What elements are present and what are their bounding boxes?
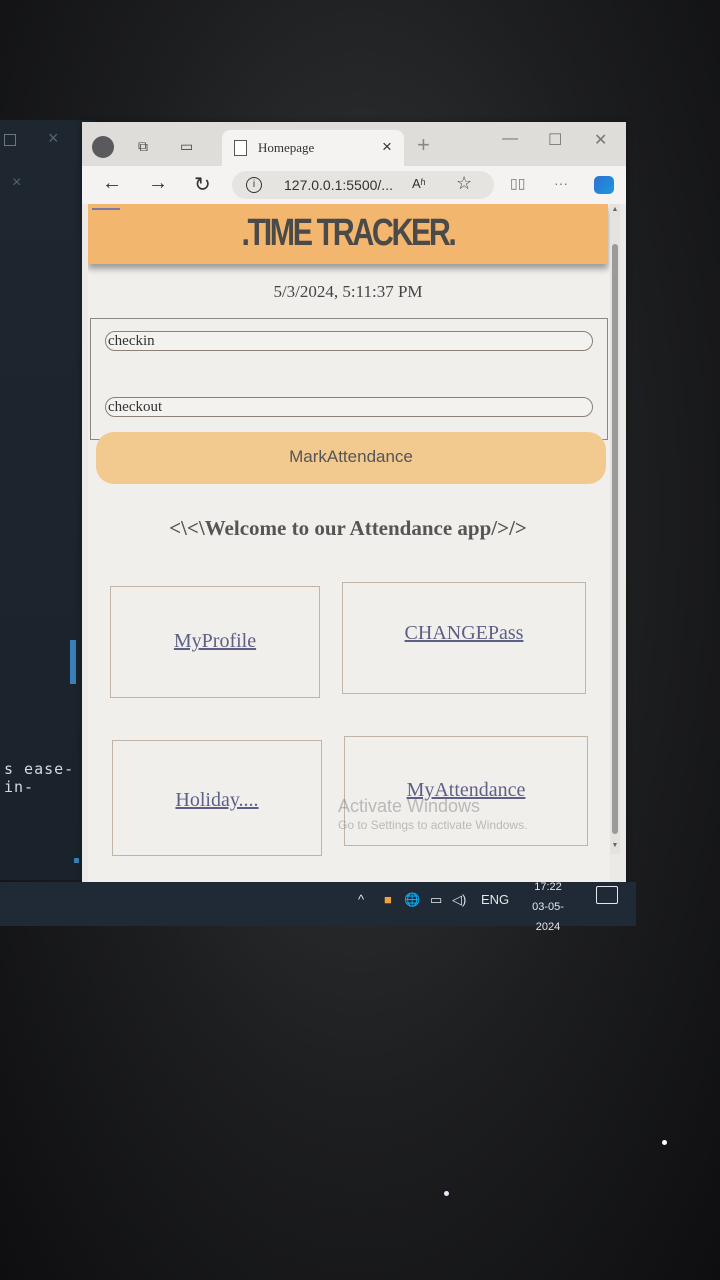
editor-gutter-marker bbox=[70, 640, 76, 684]
changepass-link[interactable]: CHANGEPass bbox=[405, 622, 524, 644]
close-window-icon[interactable]: ✕ bbox=[594, 130, 607, 150]
minimize-icon[interactable]: — bbox=[502, 130, 518, 148]
clock-time: 17:22 bbox=[534, 881, 562, 893]
language-indicator[interactable]: ENG bbox=[481, 892, 509, 907]
app-header: .TIME TRACKER. bbox=[88, 204, 608, 264]
page-content: .TIME TRACKER. 5/3/2024, 5:11:37 PM chec… bbox=[88, 204, 610, 884]
browser-toolbar: ← → ↻ i 127.0.0.1:5500/... Aʱ ☆ ▯▯ ··· bbox=[82, 166, 626, 204]
network-globe-icon[interactable]: 🌐 bbox=[404, 892, 420, 908]
tab-actions-icon[interactable]: ▭ bbox=[180, 138, 193, 155]
workspaces-icon[interactable]: ⧉ bbox=[138, 138, 148, 155]
split-screen-icon[interactable]: ▯▯ bbox=[510, 175, 525, 192]
refresh-button[interactable]: ↻ bbox=[194, 172, 211, 197]
taskbar-clock[interactable]: 17:22 03-05-2024 bbox=[520, 877, 576, 937]
address-text: 127.0.0.1:5500/... bbox=[284, 177, 393, 193]
holiday-card: Holiday.... bbox=[112, 740, 322, 856]
tab-title: Homepage bbox=[258, 140, 315, 155]
more-menu-icon[interactable]: ··· bbox=[554, 175, 568, 191]
square-icon bbox=[4, 134, 16, 146]
header-accent-line bbox=[92, 208, 120, 210]
profile-avatar[interactable] bbox=[92, 136, 114, 158]
activate-windows-subtitle: Go to Settings to activate Windows. bbox=[338, 818, 528, 832]
activate-windows-title: Activate Windows bbox=[338, 796, 481, 816]
close-icon: × bbox=[12, 174, 22, 191]
title-bar: ⧉ ▭ Homepage × + — ☐ ✕ bbox=[82, 122, 626, 166]
close-icon: × bbox=[48, 128, 59, 148]
myprofile-link[interactable]: MyProfile bbox=[174, 630, 256, 652]
attendance-form: checkin checkout bbox=[90, 318, 608, 440]
forward-button[interactable]: → bbox=[148, 172, 168, 195]
tab-close-icon[interactable]: × bbox=[382, 137, 392, 157]
current-datetime: 5/3/2024, 5:11:37 PM bbox=[273, 282, 423, 301]
background-code-editor: × × s ease-in- bbox=[0, 120, 95, 880]
scroll-down-arrow-icon[interactable]: ▼ bbox=[610, 842, 620, 849]
volume-icon[interactable]: ◁) bbox=[452, 892, 466, 908]
page-icon bbox=[234, 140, 247, 156]
clock-date: 03-05-2024 bbox=[532, 901, 564, 933]
myprofile-card: MyProfile bbox=[110, 586, 320, 698]
scroll-up-arrow-icon[interactable]: ▲ bbox=[610, 206, 620, 213]
battery-icon[interactable]: ▭ bbox=[430, 892, 442, 908]
chevron-up-icon[interactable]: ^ bbox=[358, 892, 364, 907]
editor-gutter-dot bbox=[74, 858, 79, 863]
light-reflection bbox=[444, 1191, 449, 1196]
checkin-input[interactable]: checkin bbox=[105, 331, 593, 351]
app-brand: .TIME TRACKER. bbox=[241, 212, 457, 254]
windows-taskbar: ^ ■ 🌐 ▭ ◁) ENG 17:22 03-05-2024 bbox=[0, 881, 636, 933]
light-reflection bbox=[662, 1140, 667, 1145]
scrollbar-thumb[interactable] bbox=[612, 244, 618, 834]
browser-window: ⧉ ▭ Homepage × + — ☐ ✕ ← → ↻ i 127.0.0.1… bbox=[82, 122, 626, 884]
favorite-star-icon[interactable]: ☆ bbox=[456, 173, 472, 194]
checkout-input[interactable]: checkout bbox=[105, 397, 593, 417]
tab-homepage[interactable]: Homepage × bbox=[222, 130, 404, 166]
back-button[interactable]: ← bbox=[102, 172, 122, 195]
new-tab-button[interactable]: + bbox=[417, 132, 430, 158]
address-bar[interactable]: i 127.0.0.1:5500/... Aʱ ☆ bbox=[232, 171, 494, 199]
holiday-link[interactable]: Holiday.... bbox=[175, 789, 258, 811]
notification-icon[interactable] bbox=[596, 886, 618, 904]
tray-app-icon[interactable]: ■ bbox=[384, 892, 392, 907]
page-scrollbar[interactable]: ▲ ▼ bbox=[610, 204, 620, 854]
read-aloud-icon[interactable]: Aʱ bbox=[412, 176, 426, 191]
copilot-icon[interactable] bbox=[594, 176, 614, 194]
maximize-icon[interactable]: ☐ bbox=[548, 130, 562, 150]
site-info-icon[interactable]: i bbox=[246, 177, 262, 193]
changepass-card: CHANGEPass bbox=[342, 582, 586, 694]
welcome-heading: <\<\Welcome to our Attendance app/>/> bbox=[169, 516, 527, 540]
mark-attendance-button[interactable]: MarkAttendance bbox=[96, 432, 606, 484]
